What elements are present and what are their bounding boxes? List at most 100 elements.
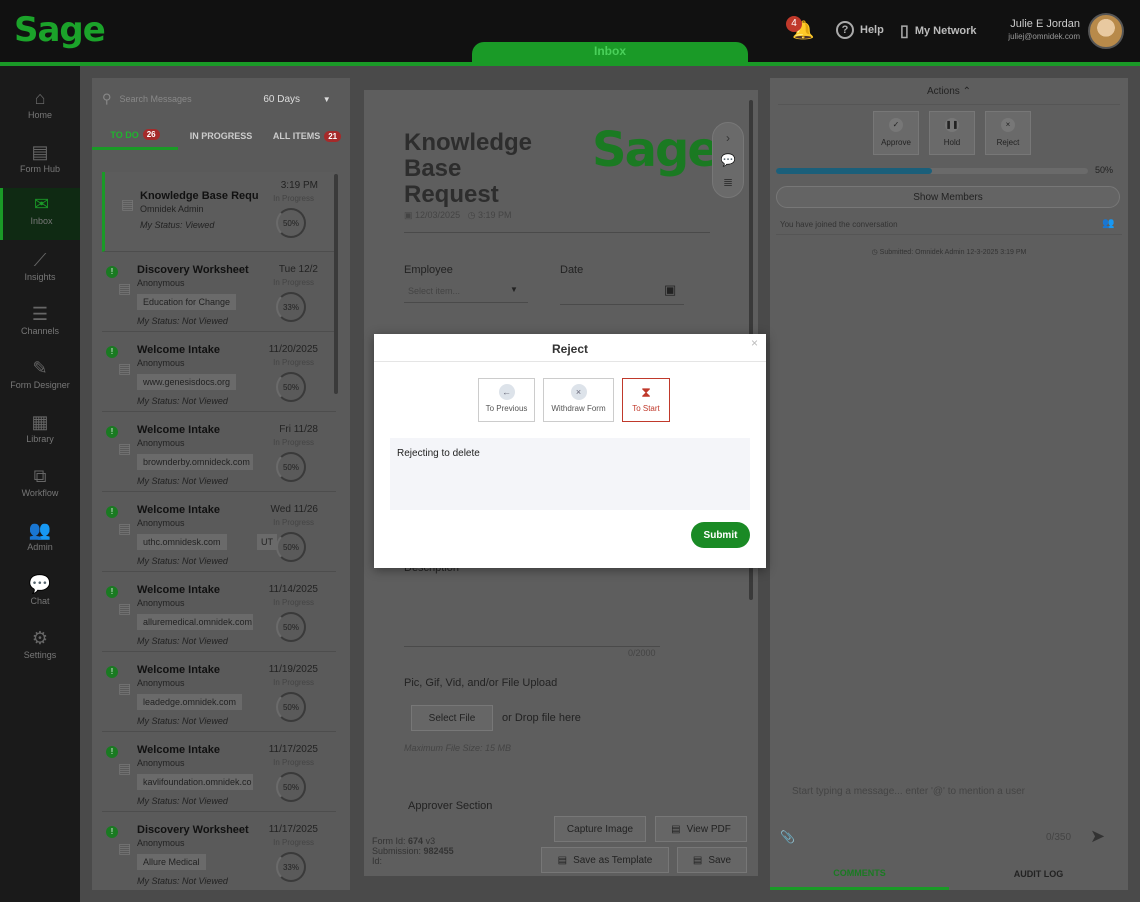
- my-network-button[interactable]: ▯ My Network: [900, 21, 977, 41]
- list-item[interactable]: ▤ Knowledge Base Requ Omnidek Admin My Stat…: [102, 172, 336, 252]
- days-filter-value: 60 Days: [263, 93, 301, 105]
- item-tag-secondary: UT: [257, 534, 277, 550]
- employee-select[interactable]: Select item...: [408, 286, 460, 296]
- workflow-progress-bar: [776, 168, 1088, 174]
- tab-all-items[interactable]: ALL ITEMS 21: [264, 122, 350, 150]
- status-dot-icon: !: [106, 506, 118, 518]
- item-status: In Progress: [273, 838, 314, 847]
- list-item[interactable]: ! ▤ Welcome Intake Anonymous www.genesisdocs…: [102, 332, 336, 412]
- form-date-time: ▣ 12/03/2025 ◷ 3:19 PM: [404, 210, 512, 221]
- list-item[interactable]: ! ▤ Discovery Worksheet Anonymous Education …: [102, 252, 336, 332]
- admin-icon: 👥: [28, 520, 52, 540]
- status-dot-icon: !: [106, 666, 118, 678]
- item-title: Discovery Worksheet: [137, 264, 249, 276]
- attachment-icon[interactable]: 📎: [780, 830, 795, 844]
- sidebar-item-admin[interactable]: 👥 Admin: [0, 514, 80, 566]
- list-scrollbar[interactable]: [334, 174, 338, 394]
- actions-toggle[interactable]: Actions ⌃: [770, 86, 1128, 97]
- search-input[interactable]: Search Messages: [120, 94, 192, 104]
- select-file-button[interactable]: Select File: [411, 705, 493, 731]
- item-date: 11/14/2025: [268, 584, 318, 595]
- sidebar-item-form-designer[interactable]: ✎ Form Designer: [0, 352, 80, 404]
- send-icon[interactable]: ➤: [1090, 826, 1105, 847]
- document-icon: ▤: [118, 440, 132, 456]
- help-button[interactable]: ? Help: [836, 21, 884, 39]
- title-divider: [404, 232, 710, 233]
- item-sender: Anonymous: [137, 758, 185, 768]
- calendar-icon[interactable]: ▣: [664, 282, 676, 298]
- tab-comments[interactable]: COMMENTS: [770, 858, 949, 890]
- save-button[interactable]: ▤ Save: [677, 847, 747, 873]
- sidebar-item-workflow[interactable]: ⧉ Workflow: [0, 460, 80, 512]
- item-progress: 50%: [276, 452, 306, 482]
- reject-reason-input[interactable]: Rejecting to delete: [390, 438, 750, 510]
- pause-icon: ❚❚: [945, 118, 959, 132]
- list-item[interactable]: ! ▤ Welcome Intake Anonymous alluremedical.o…: [102, 572, 336, 652]
- inbox-tab[interactable]: Inbox: [472, 42, 748, 64]
- date-label: Date: [560, 264, 584, 276]
- document-icon: ▤: [121, 196, 135, 212]
- capture-image-button[interactable]: Capture Image: [554, 816, 646, 842]
- withdraw-form-option[interactable]: × Withdraw Form: [543, 378, 614, 422]
- search-box[interactable]: ⚲ Search Messages: [102, 86, 242, 112]
- sidebar-item-form-hub[interactable]: ▤ Form Hub: [0, 136, 80, 188]
- actions-divider: [778, 104, 1120, 105]
- view-pdf-button[interactable]: ▤ View PDF: [655, 816, 747, 842]
- sidebar-item-insights[interactable]: ⟋ Insights: [0, 244, 80, 296]
- approver-section-header: Approver Section: [408, 800, 493, 812]
- conversation-divider: [776, 234, 1122, 235]
- list-item[interactable]: ! ▤ Welcome Intake Anonymous brownderby.omni…: [102, 412, 336, 492]
- close-icon[interactable]: ×: [751, 336, 758, 350]
- avatar[interactable]: [1088, 13, 1124, 49]
- item-title: Welcome Intake: [137, 584, 220, 596]
- item-title: Knowledge Base Requ: [140, 190, 259, 202]
- item-sender: Anonymous: [137, 438, 185, 448]
- tab-audit-log[interactable]: AUDIT LOG: [949, 858, 1128, 890]
- list-item[interactable]: ! ▤ Discovery Worksheet Anonymous Allure Med…: [102, 812, 336, 890]
- approve-button[interactable]: ✓ Approve: [873, 111, 919, 155]
- list-icon[interactable]: ≣: [713, 171, 743, 193]
- chevron-right-icon[interactable]: ›: [713, 127, 743, 149]
- sidebar-item-library[interactable]: ▦ Library: [0, 406, 80, 458]
- to-start-option[interactable]: ⧗ To Start: [622, 378, 670, 422]
- sidebar-item-home[interactable]: ⌂ Home: [0, 82, 80, 134]
- list-item[interactable]: ! ▤ Welcome Intake Anonymous uthc.omnidesk.c…: [102, 492, 336, 572]
- hold-button[interactable]: ❚❚ Hold: [929, 111, 975, 155]
- item-sender: Anonymous: [137, 598, 185, 608]
- save-as-template-button[interactable]: ▤ Save as Template: [541, 847, 669, 873]
- sidebar-item-chat[interactable]: 💬 Chat: [0, 568, 80, 620]
- tab-to-do[interactable]: TO DO 26: [92, 122, 178, 150]
- sage-logo[interactable]: Sage: [14, 10, 106, 50]
- item-date: 11/17/2025: [268, 824, 318, 835]
- members-icon[interactable]: 👥: [1102, 218, 1114, 229]
- list-item[interactable]: ! ▤ Welcome Intake Anonymous kavlifoundation…: [102, 732, 336, 812]
- item-date: Tue 12/2: [278, 264, 318, 275]
- item-status: In Progress: [273, 678, 314, 687]
- inbox-list-panel: ⚲ Search Messages 60 Days ▼ TO DO 26 IN P…: [92, 78, 350, 890]
- actions-panel: Actions ⌃ ✓ Approve ❚❚ Hold × Reject 50% Sh…: [770, 78, 1128, 890]
- sidebar-item-channels[interactable]: ☰ Channels: [0, 298, 80, 350]
- reject-button[interactable]: × Reject: [985, 111, 1031, 155]
- item-sender: Omnidek Admin: [140, 204, 204, 214]
- reject-label: Reject: [996, 138, 1020, 147]
- modal-title: Reject: [551, 342, 589, 356]
- submit-button[interactable]: Submit: [691, 522, 750, 548]
- message-input[interactable]: Start typing a message... enter '@' to m…: [780, 774, 1118, 814]
- sidebar-item-inbox[interactable]: ✉ Inbox: [0, 188, 80, 240]
- sidebar-item-settings[interactable]: ⚙ Settings: [0, 622, 80, 674]
- tab-in-progress[interactable]: IN PROGRESS: [178, 122, 264, 150]
- show-members-button[interactable]: Show Members: [776, 186, 1120, 208]
- status-dot-icon: !: [106, 346, 118, 358]
- item-date: 3:19 PM: [280, 180, 318, 191]
- days-filter-select[interactable]: 60 Days ▼: [252, 86, 342, 112]
- item-title: Welcome Intake: [137, 424, 220, 436]
- list-item[interactable]: ! ▤ Welcome Intake Anonymous leadedge.omnide…: [102, 652, 336, 732]
- item-tag: www.genesisdocs.org: [137, 374, 237, 390]
- inbox-list: ▤ Knowledge Base Requ Omnidek Admin My Stat…: [102, 172, 336, 890]
- item-date: 11/19/2025: [268, 664, 318, 675]
- user-info[interactable]: Julie E Jordan juliej@omnidek.com: [1008, 18, 1080, 41]
- comments-icon[interactable]: 💬: [713, 149, 743, 171]
- form-time: 3:19 PM: [477, 210, 512, 220]
- submitted-note: ◷ Submitted: Omnidek Admin 12-3-2025 3:1…: [770, 248, 1128, 256]
- to-previous-option[interactable]: ← To Previous: [478, 378, 535, 422]
